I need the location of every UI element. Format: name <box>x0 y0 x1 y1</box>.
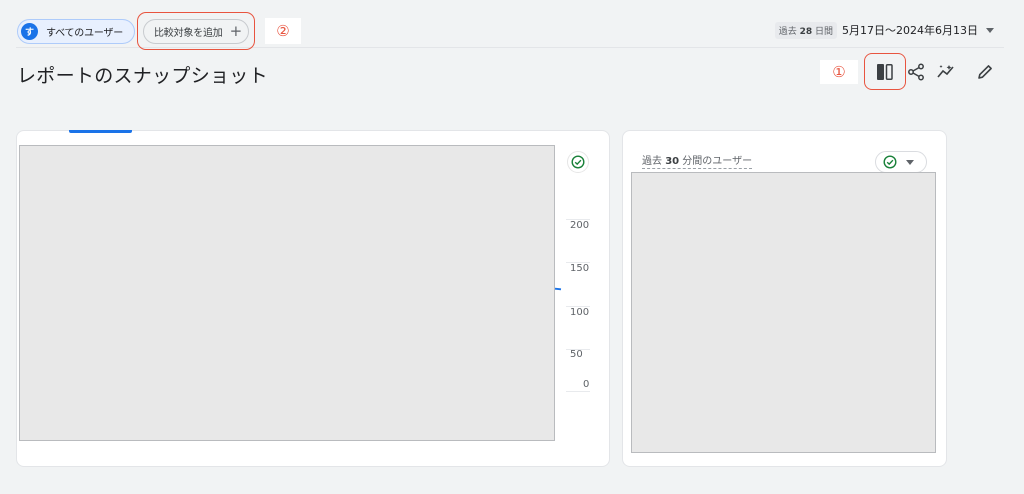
comparison-check-button[interactable] <box>567 151 589 173</box>
active-tab-indicator <box>69 130 132 133</box>
add-comparison-label: 比較対象を追加 <box>154 28 223 39</box>
realtime-placeholder <box>631 172 936 453</box>
segment-chip-label: すべてのユーザー <box>46 28 124 39</box>
y-tick: 0 <box>583 379 590 390</box>
y-tick: 200 <box>570 220 590 231</box>
plus-icon: + <box>229 22 243 40</box>
chevron-down-icon <box>986 27 994 33</box>
date-range-days: 28 <box>799 26 813 37</box>
segment-avatar: す <box>21 23 38 40</box>
y-tick: 150 <box>570 263 590 274</box>
date-range-pill: 過去 28 日間 <box>774 21 837 39</box>
customize-report-button[interactable] <box>864 53 906 90</box>
annotation-number-1: ① <box>820 60 858 84</box>
check-circle-icon <box>571 155 585 169</box>
date-range-selector[interactable]: 過去 28 日間 5月17日～2024年6月13日 <box>774 20 994 40</box>
segment-chip-all-users[interactable]: す すべてのユーザー <box>17 19 135 44</box>
customize-report-icon <box>877 63 893 80</box>
share-icon[interactable] <box>906 62 926 82</box>
annotation-number-2: ② <box>265 18 301 44</box>
insights-icon[interactable] <box>936 62 956 82</box>
check-circle-icon <box>883 155 897 169</box>
chevron-down-icon <box>906 159 914 165</box>
y-tick: 100 <box>570 307 590 318</box>
date-range-text: 5月17日～2024年6月13日 <box>842 24 978 37</box>
gridline <box>566 391 590 392</box>
realtime-comparison-dropdown[interactable] <box>875 151 927 173</box>
y-tick: 50 <box>570 349 583 360</box>
add-comparison-button[interactable]: 比較対象を追加 + <box>143 19 249 44</box>
main-chart-placeholder <box>19 145 555 441</box>
realtime-users-label[interactable]: 過去 30 分間のユーザー <box>642 152 753 169</box>
edit-icon[interactable] <box>975 62 995 82</box>
page-title: レポートのスナップショット <box>17 65 268 87</box>
